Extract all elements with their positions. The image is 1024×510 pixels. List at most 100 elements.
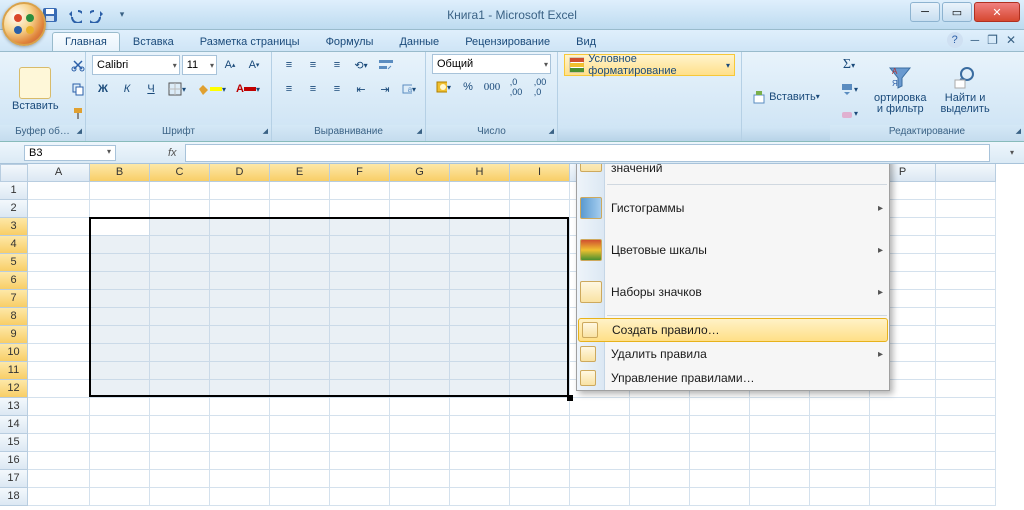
cell[interactable] <box>936 290 996 308</box>
cell[interactable] <box>150 344 210 362</box>
row-header[interactable]: 10 <box>0 344 28 362</box>
cell[interactable] <box>90 182 150 200</box>
cell[interactable] <box>390 380 450 398</box>
cell[interactable] <box>450 416 510 434</box>
cell[interactable] <box>330 272 390 290</box>
cell[interactable] <box>330 182 390 200</box>
increase-decimal-button[interactable]: ,0,00 <box>505 76 527 98</box>
tab-formulas[interactable]: Формулы <box>313 32 387 51</box>
column-header[interactable]: D <box>210 164 270 182</box>
cell[interactable] <box>330 200 390 218</box>
doc-minimize[interactable]: ─ <box>971 33 980 47</box>
cell[interactable] <box>510 344 570 362</box>
row-header[interactable]: 8 <box>0 308 28 326</box>
cell[interactable] <box>510 488 570 506</box>
cell[interactable] <box>28 452 90 470</box>
row-header[interactable]: 6 <box>0 272 28 290</box>
cell[interactable] <box>150 236 210 254</box>
cell[interactable] <box>810 398 870 416</box>
percent-button[interactable]: % <box>457 76 479 98</box>
formula-input[interactable] <box>185 144 990 162</box>
cell[interactable] <box>90 470 150 488</box>
cell[interactable] <box>690 488 750 506</box>
row-header[interactable]: 14 <box>0 416 28 434</box>
cell[interactable] <box>450 434 510 452</box>
merge-center-button[interactable]: a▾ <box>398 78 420 100</box>
cell[interactable] <box>750 416 810 434</box>
cell[interactable] <box>390 452 450 470</box>
cell[interactable] <box>510 182 570 200</box>
cell[interactable] <box>90 398 150 416</box>
cell[interactable] <box>210 236 270 254</box>
cell[interactable] <box>690 470 750 488</box>
cell[interactable] <box>390 308 450 326</box>
row-header[interactable]: 18 <box>0 488 28 506</box>
cell[interactable] <box>390 344 450 362</box>
cell[interactable] <box>390 398 450 416</box>
row-header[interactable]: 16 <box>0 452 28 470</box>
cell[interactable] <box>150 308 210 326</box>
column-header[interactable]: E <box>270 164 330 182</box>
row-header[interactable]: 17 <box>0 470 28 488</box>
cell[interactable] <box>936 470 996 488</box>
align-bottom-button[interactable]: ≡ <box>326 54 348 76</box>
doc-close[interactable]: ✕ <box>1006 33 1016 47</box>
cell[interactable] <box>270 236 330 254</box>
cell[interactable] <box>270 488 330 506</box>
column-header[interactable] <box>936 164 996 182</box>
cell[interactable] <box>28 236 90 254</box>
cell[interactable] <box>690 416 750 434</box>
cell[interactable] <box>390 434 450 452</box>
row-header[interactable]: 9 <box>0 326 28 344</box>
row-header[interactable]: 11 <box>0 362 28 380</box>
cell[interactable] <box>150 254 210 272</box>
align-middle-button[interactable]: ≡ <box>302 54 324 76</box>
cell[interactable] <box>936 254 996 272</box>
cell[interactable] <box>270 344 330 362</box>
column-header[interactable]: B <box>90 164 150 182</box>
cell[interactable] <box>150 380 210 398</box>
cell[interactable] <box>450 398 510 416</box>
cell[interactable] <box>750 452 810 470</box>
cell[interactable] <box>510 326 570 344</box>
cell[interactable] <box>936 308 996 326</box>
cell[interactable] <box>28 218 90 236</box>
cell[interactable] <box>510 398 570 416</box>
cell[interactable] <box>28 380 90 398</box>
italic-button[interactable]: К <box>116 78 138 100</box>
cell[interactable] <box>870 470 936 488</box>
conditional-formatting-button[interactable]: Условное форматирование ▾ <box>564 54 735 76</box>
cell[interactable] <box>90 434 150 452</box>
menu-icon-sets[interactable]: Наборы значков▸ <box>577 271 889 313</box>
cell[interactable] <box>270 290 330 308</box>
cell[interactable] <box>936 362 996 380</box>
cell[interactable] <box>390 272 450 290</box>
cell[interactable] <box>510 380 570 398</box>
row-header[interactable]: 4 <box>0 236 28 254</box>
row-header[interactable]: 2 <box>0 200 28 218</box>
cell[interactable] <box>390 290 450 308</box>
cell[interactable] <box>90 254 150 272</box>
fill-color-button[interactable]: ▾ <box>192 78 230 100</box>
autosum-button[interactable]: Σ▾ <box>836 54 862 76</box>
menu-data-bars[interactable]: Гистограммы▸ <box>577 187 889 229</box>
row-header[interactable]: 13 <box>0 398 28 416</box>
cell[interactable] <box>510 362 570 380</box>
align-center-button[interactable]: ≡ <box>302 78 324 100</box>
cell[interactable] <box>90 416 150 434</box>
cell[interactable] <box>90 290 150 308</box>
cell[interactable] <box>450 344 510 362</box>
cell[interactable] <box>28 326 90 344</box>
comma-button[interactable]: 000 <box>481 76 503 98</box>
cell[interactable] <box>28 290 90 308</box>
cell[interactable] <box>810 488 870 506</box>
cell[interactable] <box>936 488 996 506</box>
qat-redo[interactable] <box>88 5 108 25</box>
cell[interactable] <box>870 398 936 416</box>
cell[interactable] <box>630 434 690 452</box>
cell[interactable] <box>210 290 270 308</box>
cell[interactable] <box>450 200 510 218</box>
cell[interactable] <box>330 434 390 452</box>
cell[interactable] <box>270 200 330 218</box>
cell[interactable] <box>390 488 450 506</box>
